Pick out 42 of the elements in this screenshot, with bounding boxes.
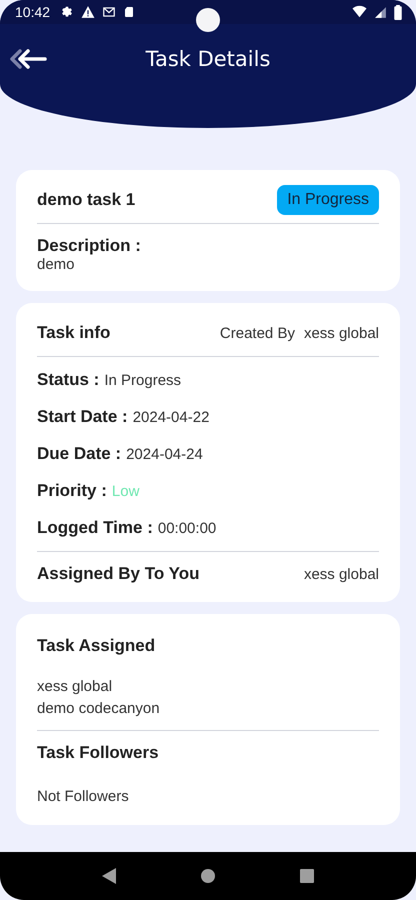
field-value: 00:00:00 xyxy=(158,520,216,537)
empty-followers-text: Not Followers xyxy=(37,788,130,805)
field-label: Priority : xyxy=(37,481,107,501)
page-title: Task Details xyxy=(146,47,270,71)
field-label: Logged Time : xyxy=(37,518,153,538)
field-label: Start Date : xyxy=(37,407,128,427)
battery-icon xyxy=(394,4,402,20)
square-icon xyxy=(300,869,314,883)
status-time: 10:42 xyxy=(15,4,50,20)
task-name: demo task 1 xyxy=(37,190,136,210)
created-by-value: xess global xyxy=(304,324,379,342)
back-nav-button[interactable] xyxy=(102,868,116,884)
triangle-icon xyxy=(102,868,116,884)
camera-hole xyxy=(196,8,220,32)
back-arrow-icon xyxy=(8,47,48,71)
back-button[interactable] xyxy=(8,47,48,71)
section-title: Task Assigned xyxy=(37,636,156,656)
section-title: Task Followers xyxy=(37,743,160,763)
assignee-name: xess global xyxy=(37,678,114,695)
section-title: Task info xyxy=(37,323,110,343)
signal-icon xyxy=(374,6,387,18)
wifi-icon xyxy=(352,5,367,19)
home-nav-button[interactable] xyxy=(200,869,215,883)
field-value: 2024-04-22 xyxy=(132,409,210,426)
field-value: In Progress xyxy=(104,372,182,389)
assignee-name: demo codecanyon xyxy=(37,700,161,717)
assigned-by-value: xess global xyxy=(304,566,379,582)
field-label: Due Date : xyxy=(37,444,122,464)
field-label: Status : xyxy=(37,370,100,390)
status-badge: In Progress xyxy=(277,185,379,215)
description-text: demo xyxy=(37,256,76,273)
description-label: Description : xyxy=(37,236,142,256)
field-value: 2024-04-24 xyxy=(126,446,203,463)
sd-card-icon xyxy=(123,5,136,19)
field-value: Low xyxy=(112,483,140,500)
warning-icon xyxy=(81,5,96,19)
recents-nav-button[interactable] xyxy=(300,869,314,883)
gear-icon xyxy=(60,5,74,19)
circle-icon xyxy=(200,869,215,883)
created-by-label: Created By xyxy=(220,324,295,342)
mail-icon xyxy=(102,5,116,19)
assigned-by-label: Assigned By To You xyxy=(37,564,200,584)
